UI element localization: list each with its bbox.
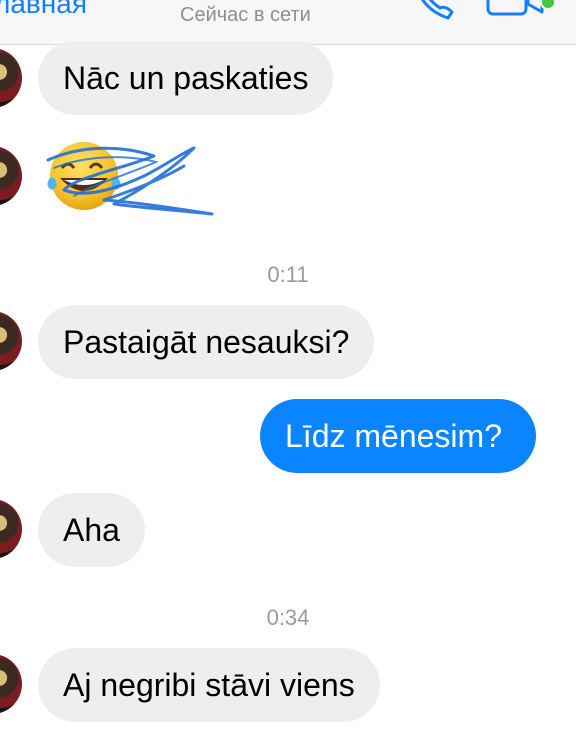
contact-avatar[interactable] (0, 311, 22, 371)
back-button[interactable]: лавная (0, 0, 87, 20)
message-bubble-incoming[interactable]: Aha (38, 493, 145, 567)
message-bubble-incoming[interactable]: Pastaigāt nesauksi? (38, 305, 375, 379)
contact-avatar[interactable] (0, 654, 22, 714)
contact-avatar[interactable] (0, 146, 22, 206)
message-bubble-outgoing[interactable]: Līdz mēnesim? (260, 399, 536, 473)
contact-avatar[interactable] (0, 499, 22, 559)
message-timestamp: 0:34 (266, 605, 310, 630)
phone-call-button[interactable] (408, 0, 458, 26)
phone-icon (421, 0, 454, 20)
message-timestamp: 0:11 (267, 262, 309, 287)
message-bubble-incoming[interactable]: Nāc un paskaties (38, 41, 334, 115)
chat-screen: лавная Сейчас в сети Nāc un paskaties 0:… (0, 0, 576, 737)
chat-header: лавная Сейчас в сети (0, 0, 576, 45)
contact-avatar[interactable] (0, 48, 22, 108)
laughing-emoji-icon (46, 142, 214, 216)
message-bubble-incoming[interactable]: Aj negribi stāvi viens (38, 648, 380, 722)
emoji-message[interactable] (44, 138, 214, 224)
online-status: Сейчас в сети (180, 4, 311, 26)
